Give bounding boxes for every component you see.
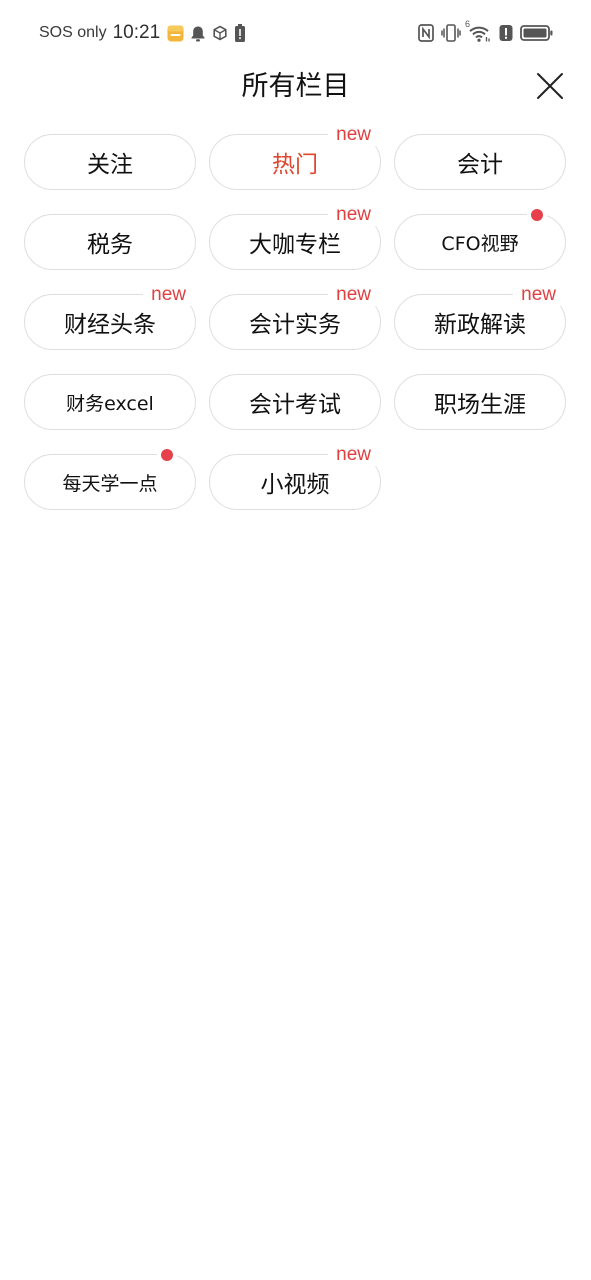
channel-chip-career[interactable]: 职场生涯 [394,374,566,430]
channel-label: 会计 [457,152,503,178]
wifi-generation-label: 6 [465,19,471,29]
channel-label: 职场生涯 [434,392,526,418]
channel-label: 会计实务 [249,312,341,338]
channel-label: 关注 [87,152,133,178]
channel-chip-hot[interactable]: 热门 new [209,124,381,190]
close-icon[interactable] [536,72,564,100]
channel-chip-experts-column[interactable]: 大咖专栏 new [209,204,381,270]
wifi-icon: 6 [465,19,492,42]
red-dot-badge [531,209,543,221]
bell-icon [190,25,206,42]
channel-label: 会计考试 [249,392,341,418]
battery-icon [520,24,553,42]
channel-chip-accounting[interactable]: 会计 [394,134,566,190]
nfc-icon [418,24,434,42]
channel-grid: 关注 热门 new 会计 税务 大咖专栏 new CFO视野 财经头条 new … [24,124,568,510]
channel-chip-tax[interactable]: 税务 [24,214,196,270]
channel-label: 新政解读 [434,312,526,338]
channel-chip-follow[interactable]: 关注 [24,134,196,190]
channel-chip-finance-excel[interactable]: 财务excel [24,374,196,430]
red-dot-badge [161,449,173,461]
channel-chip-accounting-exam[interactable]: 会计考试 [209,374,381,430]
new-badge: new [328,284,380,306]
new-badge: new [143,284,195,306]
close-button[interactable] [534,70,566,102]
channel-chip-policy-interpretation[interactable]: 新政解读 new [394,284,566,350]
clock: 10:21 [112,22,161,43]
channel-chip-daily-learning[interactable]: 每天学一点 [24,449,196,510]
channel-label: 每天学一点 [62,472,158,495]
channel-chip-accounting-practice[interactable]: 会计实务 new [209,284,381,350]
channel-label: 财经头条 [64,312,156,338]
new-badge: new [513,284,565,306]
alert-icon [499,24,513,42]
channel-label: CFO视野 [441,232,519,255]
channel-label: 大咖专栏 [249,232,341,258]
vibrate-icon [441,24,461,42]
battery-alert-icon [234,24,246,42]
page-title: 所有栏目 [241,71,350,102]
channel-chip-finance-headlines[interactable]: 财经头条 new [24,284,196,350]
status-right: 6 [411,19,553,46]
new-badge: new [328,124,380,146]
channel-label: 财务excel [66,392,154,415]
channel-label: 税务 [87,232,133,258]
new-badge: new [328,444,380,466]
channel-chip-cfo-vision[interactable]: CFO视野 [394,209,566,270]
new-badge: new [328,204,380,226]
channel-label: 小视频 [260,472,330,498]
status-bar: SOS only 10:21 6 [0,0,591,64]
carrier-status: SOS only [39,24,107,41]
channel-chip-short-video[interactable]: 小视频 new [209,444,381,510]
cube-icon [212,25,228,41]
sticky-note-icon [167,25,184,42]
channel-label: 热门 [272,152,318,178]
status-left: SOS only 10:21 [39,20,252,46]
